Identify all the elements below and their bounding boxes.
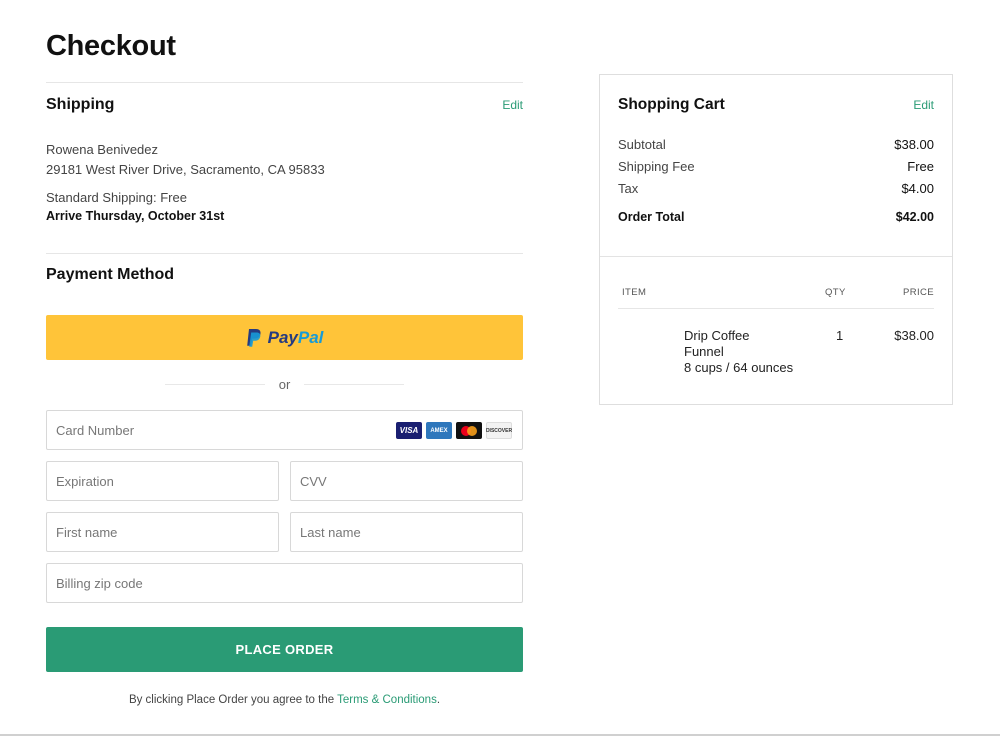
item-name-line: Drip Coffee [684, 328, 750, 343]
shipping-method: Standard Shipping: Free [46, 190, 187, 205]
card-number-field[interactable]: VISA AMEX DISCOVER [46, 410, 523, 450]
tax-label: Tax [618, 181, 639, 196]
paypal-button[interactable]: PayPal [46, 315, 523, 360]
or-separator: or [46, 377, 523, 392]
terms-prefix: By clicking Place Order you agree to the [128, 694, 338, 706]
cart-title: Shopping Cart [618, 96, 725, 113]
cart-item-price: $38.00 [894, 328, 934, 343]
subtotal-row: Subtotal $38.00 [618, 137, 934, 152]
cart-header: Shopping Cart Edit [618, 96, 934, 114]
amex-icon: AMEX [426, 422, 452, 439]
divider [46, 253, 523, 254]
billing-zip-field[interactable] [46, 563, 523, 603]
paypal-text-pal: Pal [297, 327, 324, 347]
divider [46, 82, 523, 83]
first-name-field[interactable] [46, 512, 279, 552]
first-name-input[interactable] [56, 524, 269, 540]
item-name-line: Funnel [684, 344, 724, 359]
payment-title: Payment Method [46, 266, 175, 283]
divider [618, 308, 934, 309]
item-variant: 8 cups / 64 ounces [684, 360, 794, 375]
shipping-header: Shipping Edit [46, 96, 523, 114]
cvv-field[interactable] [290, 461, 523, 501]
cart-item-name: Drip Coffee Funnel 8 cups / 64 ounces [684, 328, 824, 376]
shipping-name: Rowena Benivedez [46, 142, 159, 157]
order-total-value: $42.00 [895, 210, 934, 224]
subtotal-value: $38.00 [894, 137, 934, 152]
last-name-input[interactable] [300, 524, 513, 540]
checkout-form: Shipping Edit Rowena Benivedez 29181 Wes… [46, 82, 523, 706]
edit-cart-link[interactable]: Edit [913, 98, 934, 112]
page-title: Checkout [46, 30, 176, 62]
or-line-left [164, 384, 265, 385]
name-row [46, 512, 523, 552]
subtotal-label: Subtotal [618, 137, 666, 152]
payment-header: Payment Method [46, 266, 523, 284]
shipping-fee-label: Shipping Fee [618, 159, 695, 174]
or-label: or [278, 377, 291, 392]
mastercard-icon [456, 422, 482, 439]
edit-shipping-link[interactable]: Edit [502, 98, 523, 112]
place-order-button[interactable]: PLACE ORDER [46, 627, 523, 672]
last-name-field[interactable] [290, 512, 523, 552]
shipping-address: 29181 West River Drive, Sacramento, CA 9… [46, 162, 325, 177]
or-line-right [304, 384, 405, 385]
billing-zip-input[interactable] [56, 575, 513, 591]
order-total-label: Order Total [618, 210, 685, 224]
visa-icon: VISA [396, 422, 422, 439]
shipping-title: Shipping [46, 96, 115, 113]
terms-notice: By clicking Place Order you agree to the… [46, 694, 523, 706]
terms-link[interactable]: Terms & Conditions [337, 694, 437, 706]
order-total-row: Order Total $42.00 [618, 210, 934, 224]
expiration-input[interactable] [56, 473, 269, 489]
tax-row: Tax $4.00 [618, 181, 934, 196]
shipping-fee-row: Shipping Fee Free [618, 159, 934, 174]
column-header-qty: QTY [825, 287, 846, 298]
paypal-icon [246, 328, 261, 347]
column-header-price: PRICE [902, 287, 934, 298]
shipping-arrival: Arrive Thursday, October 31st [46, 209, 225, 223]
paypal-logo: PayPal [246, 327, 324, 348]
expiration-cvv-row [46, 461, 523, 501]
expiration-field[interactable] [46, 461, 279, 501]
divider [600, 256, 952, 257]
paypal-text-pay: Pay [267, 327, 298, 347]
terms-suffix: . [436, 694, 441, 706]
discover-icon: DISCOVER [486, 422, 512, 439]
shopping-cart-panel: Shopping Cart Edit Subtotal $38.00 Shipp… [599, 74, 953, 405]
cvv-input[interactable] [300, 473, 513, 489]
card-brand-logos: VISA AMEX DISCOVER [396, 422, 512, 439]
column-header-item: ITEM [622, 287, 647, 298]
tax-value: $4.00 [901, 181, 934, 196]
cart-item-qty: 1 [836, 328, 844, 343]
shipping-fee-value: Free [907, 159, 934, 174]
